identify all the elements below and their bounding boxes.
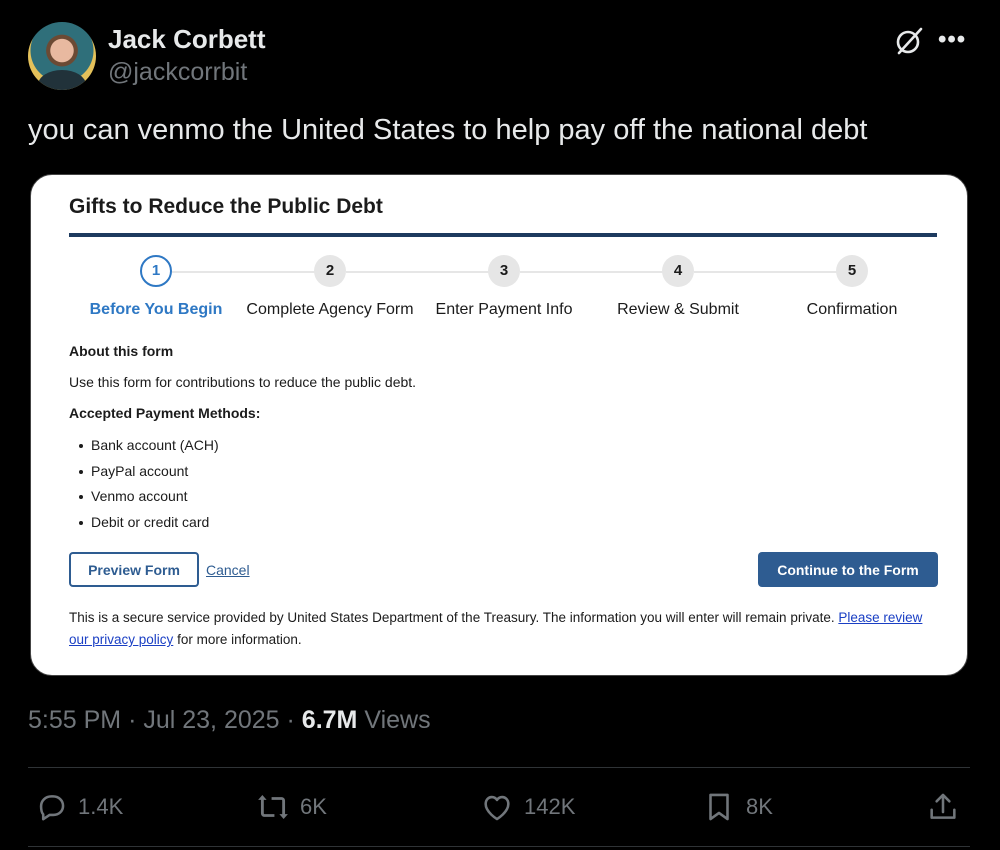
step-4: 4 Review & Submit bbox=[591, 255, 765, 319]
share-button[interactable] bbox=[926, 790, 960, 824]
security-notice: This is a secure service provided by Uni… bbox=[69, 607, 939, 651]
step-5: 5 Confirmation bbox=[765, 255, 939, 319]
list-item: PayPal account bbox=[79, 463, 219, 489]
step-number: 4 bbox=[662, 255, 694, 287]
preview-form-button[interactable]: Preview Form bbox=[69, 552, 199, 587]
author-name[interactable]: Jack Corbett bbox=[108, 24, 266, 55]
step-label: Confirmation bbox=[806, 301, 898, 318]
author-handle[interactable]: @jackcorrbit bbox=[108, 58, 247, 87]
form-title: Gifts to Reduce the Public Debt bbox=[69, 195, 383, 218]
continue-to-form-button[interactable]: Continue to the Form bbox=[758, 552, 938, 587]
like-button[interactable]: 142K bbox=[480, 790, 575, 824]
list-item: Debit or credit card bbox=[79, 514, 219, 540]
list-item: Bank account (ACH) bbox=[79, 437, 219, 463]
repost-button[interactable]: 6K bbox=[256, 790, 327, 824]
repost-count: 6K bbox=[300, 794, 327, 819]
cancel-link[interactable]: Cancel bbox=[206, 562, 250, 578]
step-number: 5 bbox=[836, 255, 868, 287]
bookmark-icon bbox=[709, 793, 729, 821]
step-number: 2 bbox=[314, 255, 346, 287]
step-label: Before You Begin bbox=[89, 301, 223, 318]
title-rule bbox=[69, 233, 937, 237]
about-text: Use this form for contributions to reduc… bbox=[69, 374, 417, 390]
bookmark-button[interactable]: 8K bbox=[702, 790, 773, 824]
tweet-meta: 5:55 PM · Jul 23, 2025 · 6.7M Views bbox=[28, 706, 431, 734]
reply-icon bbox=[39, 795, 65, 821]
heart-icon bbox=[484, 795, 510, 821]
reply-count: 1.4K bbox=[78, 794, 124, 819]
payment-methods-heading: Accepted Payment Methods: bbox=[69, 405, 261, 421]
reply-button[interactable]: 1.4K bbox=[34, 790, 123, 824]
avatar-shirt bbox=[38, 70, 86, 90]
action-bar: 1.4K 6K 142K 8K bbox=[28, 782, 970, 832]
grok-icon[interactable] bbox=[893, 25, 925, 57]
more-icon[interactable]: ••• bbox=[938, 26, 966, 54]
payment-methods-list: Bank account (ACH) PayPal account Venmo … bbox=[79, 437, 219, 539]
security-suffix: for more information. bbox=[177, 632, 302, 647]
step-number: 3 bbox=[488, 255, 520, 287]
tweet-date[interactable]: Jul 23, 2025 bbox=[143, 706, 279, 734]
progress-steps: 1 Before You Begin 2 Complete Agency For… bbox=[69, 255, 937, 318]
step-label: Review & Submit bbox=[617, 301, 739, 318]
views-count: 6.7M bbox=[301, 706, 358, 734]
tweet-time[interactable]: 5:55 PM bbox=[28, 706, 121, 734]
step-label: Complete Agency Form bbox=[246, 301, 414, 318]
security-text: This is a secure service provided by Uni… bbox=[69, 610, 835, 625]
step-2: 2 Complete Agency Form bbox=[243, 255, 417, 319]
step-number: 1 bbox=[140, 255, 172, 287]
divider-top bbox=[28, 767, 970, 768]
share-icon bbox=[930, 793, 956, 819]
repost-icon bbox=[258, 794, 288, 820]
divider-bottom bbox=[28, 846, 970, 847]
step-label: Enter Payment Info bbox=[435, 301, 573, 318]
views-label: Views bbox=[364, 706, 431, 734]
bookmark-count: 8K bbox=[746, 794, 773, 819]
about-heading: About this form bbox=[69, 343, 174, 359]
tweet-text: you can venmo the United States to help … bbox=[28, 114, 868, 146]
list-item: Venmo account bbox=[79, 488, 219, 514]
step-3: 3 Enter Payment Info bbox=[417, 255, 591, 319]
like-count: 142K bbox=[524, 794, 576, 819]
step-1: 1 Before You Begin bbox=[69, 255, 243, 319]
author-avatar[interactable] bbox=[28, 22, 96, 90]
attached-screenshot-card[interactable]: Gifts to Reduce the Public Debt 1 Before… bbox=[30, 174, 968, 676]
